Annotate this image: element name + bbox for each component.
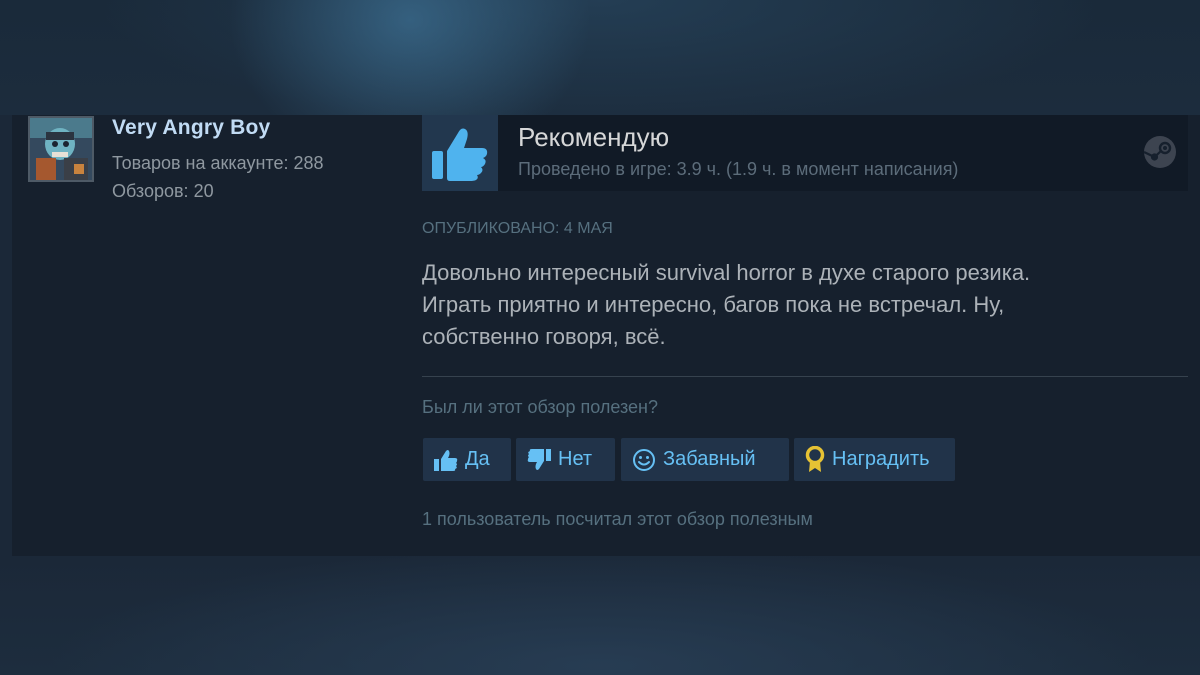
review-text-line: собственно говоря, всё. xyxy=(422,324,666,349)
helpful-question: Был ли этот обзор полезен? xyxy=(422,397,658,417)
username[interactable]: Very Angry Boy xyxy=(112,116,270,140)
award-icon xyxy=(805,445,825,472)
vote-yes-button[interactable]: Да xyxy=(423,438,511,481)
avatar-image xyxy=(30,118,92,180)
reviews-count[interactable]: Обзоров: 20 xyxy=(112,181,214,202)
background-bottom xyxy=(0,556,1200,675)
avatar[interactable] xyxy=(28,116,94,182)
verdict-title[interactable]: Рекомендую xyxy=(518,122,669,153)
hours-played: Проведено в игре: 3.9 ч. (1.9 ч. в момен… xyxy=(518,159,959,179)
posted-date: Опубликовано: 4 мая xyxy=(422,220,613,237)
background-top xyxy=(0,0,1200,115)
review-body: Довольно интересный survival horror в ду… xyxy=(422,257,1162,353)
award-button[interactable]: Наградить xyxy=(794,438,955,481)
review-text-line: Играть приятно и интересно, багов пока н… xyxy=(422,292,1005,317)
smiley-icon xyxy=(633,448,655,471)
recommendation-badge xyxy=(422,115,498,191)
vote-yes-label: Да xyxy=(465,448,490,470)
thumbs-up-icon xyxy=(434,449,458,471)
vote-funny-label: Забавный xyxy=(663,448,756,470)
review-text-line: Довольно интересный survival horror в ду… xyxy=(422,260,1031,285)
divider xyxy=(422,376,1188,377)
thumbs-up-icon xyxy=(432,128,488,181)
vote-no-button[interactable]: Нет xyxy=(516,438,615,481)
products-count[interactable]: Товаров на аккаунте: 288 xyxy=(112,153,324,174)
helpful-count: 1 пользователь посчитал этот обзор полез… xyxy=(422,509,813,529)
vote-no-label: Нет xyxy=(558,448,593,470)
vote-funny-button[interactable]: Забавный xyxy=(621,438,789,481)
steam-icon xyxy=(1143,135,1177,169)
award-label: Наградить xyxy=(832,448,930,470)
thumbs-down-icon xyxy=(527,448,551,470)
